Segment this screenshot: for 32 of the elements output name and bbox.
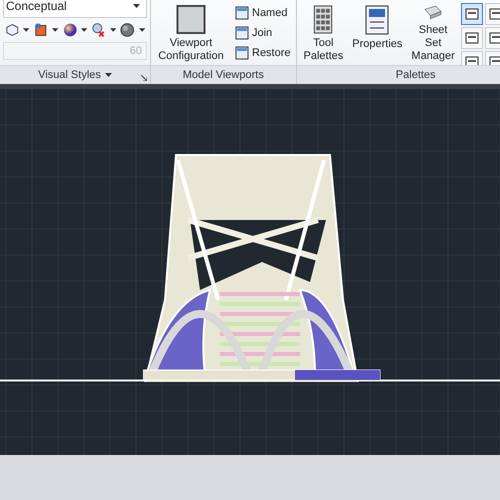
properties-icon <box>365 5 390 35</box>
visual-style-dropdown[interactable]: Conceptual <box>3 0 147 18</box>
sphere-icon[interactable] <box>62 22 78 38</box>
palette-button[interactable]: Tool Palettes <box>300 0 346 65</box>
tool-palette-icon <box>313 5 334 34</box>
viewport-option-button[interactable]: Join <box>232 23 294 42</box>
light-remove-icon[interactable] <box>91 22 106 38</box>
palette-toggle-icon[interactable] <box>460 3 483 25</box>
panel-title[interactable]: Palettes <box>396 69 436 81</box>
viewport-icon <box>176 5 206 34</box>
cube-icon[interactable] <box>5 22 20 38</box>
caret-icon[interactable] <box>138 28 145 32</box>
palette-toggle-icon[interactable] <box>484 27 500 49</box>
palette-toggle-icon[interactable] <box>460 27 483 49</box>
viewport-icon <box>235 26 249 40</box>
colored-cube-icon[interactable] <box>34 22 48 38</box>
shaded-sphere-icon[interactable] <box>120 22 135 38</box>
viewport-option-button[interactable]: Named <box>232 3 294 22</box>
caret-icon[interactable] <box>133 4 140 8</box>
dialog-launcher-icon[interactable] <box>141 75 147 81</box>
caret-icon[interactable] <box>104 73 112 77</box>
palette-button[interactable]: Properties <box>349 0 406 65</box>
palette-button[interactable]: Sheet Set Manager <box>408 0 458 65</box>
viewport-icon <box>235 46 249 60</box>
caret-icon[interactable] <box>23 28 30 32</box>
caret-icon[interactable] <box>110 28 116 32</box>
caret-icon[interactable] <box>81 28 88 32</box>
palette-toggle-icon[interactable] <box>484 3 500 25</box>
viewport-icon <box>235 6 249 20</box>
caret-icon[interactable] <box>52 28 59 32</box>
viewport-configuration-button[interactable]: Viewport Configuration <box>153 0 229 65</box>
viewport-option-button[interactable]: Restore <box>232 43 294 62</box>
